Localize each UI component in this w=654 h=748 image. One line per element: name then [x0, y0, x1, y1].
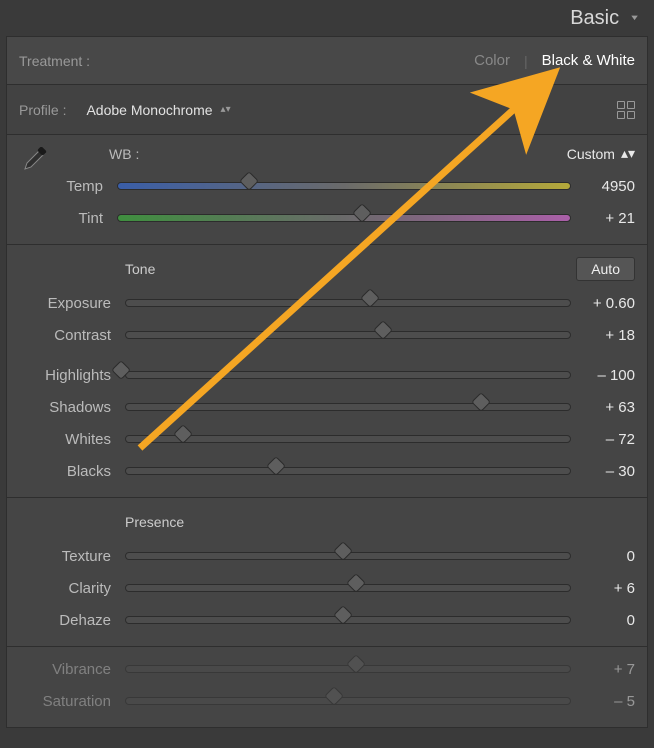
profile-label: Profile : — [19, 102, 66, 118]
slider-thumb[interactable] — [346, 573, 366, 593]
contrast-label: Contrast — [19, 327, 125, 344]
treatment-row: Treatment : Color | Black & White — [7, 37, 647, 85]
texture-slider-row: Texture 0 — [19, 540, 635, 572]
chevron-down-icon[interactable]: ▼ — [629, 14, 640, 22]
shadows-value[interactable]: + 63 — [571, 399, 635, 416]
eyedropper-icon[interactable] — [19, 145, 49, 175]
auto-button[interactable]: Auto — [576, 257, 635, 281]
vibrance-label: Vibrance — [19, 661, 125, 678]
temp-value[interactable]: 4950 — [571, 178, 635, 195]
treatment-color[interactable]: Color — [474, 52, 510, 69]
exposure-label: Exposure — [19, 295, 125, 312]
tone-section: Tone Auto Exposure + 0.60 Contrast + 18 … — [7, 245, 647, 498]
dehaze-value[interactable]: 0 — [571, 612, 635, 629]
eyedropper-column — [7, 135, 61, 244]
basic-panel-body: Treatment : Color | Black & White Profil… — [6, 36, 648, 728]
vibrance-slider-row: Vibrance + 7 — [19, 653, 635, 685]
panel-title: Basic — [570, 7, 619, 30]
slider-thumb[interactable] — [471, 392, 491, 412]
profile-value: Adobe Monochrome — [86, 102, 212, 118]
blacks-label: Blacks — [19, 463, 125, 480]
contrast-value[interactable]: + 18 — [571, 327, 635, 344]
temp-slider-row: Temp 4950 — [61, 170, 635, 202]
shadows-slider-row: Shadows + 63 — [19, 391, 635, 423]
slider-thumb[interactable] — [267, 456, 287, 476]
slider-thumb[interactable] — [352, 203, 372, 223]
temp-slider[interactable] — [117, 182, 571, 190]
wb-label: WB : — [109, 146, 139, 162]
tint-label: Tint — [61, 210, 117, 227]
treatment-bw[interactable]: Black & White — [542, 52, 635, 69]
clarity-slider-row: Clarity + 6 — [19, 572, 635, 604]
temp-label: Temp — [61, 178, 117, 195]
exposure-slider[interactable] — [125, 299, 571, 307]
saturation-value: – 5 — [571, 693, 635, 710]
wb-value: Custom — [567, 146, 615, 162]
contrast-slider[interactable] — [125, 331, 571, 339]
wb-section: WB : Custom ▴▾ Temp 4950 Tint + 21 — [7, 135, 647, 245]
blacks-slider-row: Blacks – 30 — [19, 455, 635, 487]
tint-value[interactable]: + 21 — [571, 210, 635, 227]
clarity-value[interactable]: + 6 — [571, 580, 635, 597]
profile-browser-icon[interactable] — [617, 101, 635, 119]
whites-value[interactable]: – 72 — [571, 431, 635, 448]
slider-thumb[interactable] — [173, 424, 193, 444]
treatment-options: Color | Black & White — [474, 52, 635, 69]
texture-slider[interactable] — [125, 552, 571, 560]
highlights-slider-row: Highlights – 100 — [19, 359, 635, 391]
clarity-label: Clarity — [19, 580, 125, 597]
highlights-value[interactable]: – 100 — [571, 367, 635, 384]
blacks-value[interactable]: – 30 — [571, 463, 635, 480]
tone-header-row: Tone Auto — [19, 251, 635, 287]
tone-header: Tone — [125, 261, 155, 277]
highlights-label: Highlights — [19, 367, 125, 384]
tint-slider[interactable] — [117, 214, 571, 222]
slider-thumb — [324, 686, 344, 706]
treatment-label: Treatment : — [19, 53, 90, 69]
profile-dropdown[interactable]: Adobe Monochrome ▴▾ — [86, 102, 230, 118]
blacks-slider[interactable] — [125, 467, 571, 475]
vibrance-value: + 7 — [571, 661, 635, 678]
wb-dropdown[interactable]: Custom ▴▾ — [567, 145, 635, 162]
shadows-label: Shadows — [19, 399, 125, 416]
whites-slider-row: Whites – 72 — [19, 423, 635, 455]
vibrance-slider — [125, 665, 571, 673]
tint-slider-row: Tint + 21 — [61, 202, 635, 234]
saturation-slider — [125, 697, 571, 705]
texture-value[interactable]: 0 — [571, 548, 635, 565]
treatment-divider: | — [524, 53, 528, 69]
saturation-section: Vibrance + 7 Saturation – 5 — [7, 647, 647, 727]
slider-thumb[interactable] — [333, 605, 353, 625]
presence-header-row: Presence — [19, 504, 635, 540]
highlights-slider[interactable] — [125, 371, 571, 379]
slider-thumb[interactable] — [239, 171, 259, 191]
presence-section: Presence Texture 0 Clarity + 6 Dehaze 0 — [7, 498, 647, 647]
slider-thumb[interactable] — [360, 288, 380, 308]
shadows-slider[interactable] — [125, 403, 571, 411]
saturation-slider-row: Saturation – 5 — [19, 685, 635, 717]
dehaze-slider-row: Dehaze 0 — [19, 604, 635, 636]
chevron-updown-icon: ▴▾ — [221, 104, 231, 115]
profile-row: Profile : Adobe Monochrome ▴▾ — [7, 85, 647, 135]
dehaze-label: Dehaze — [19, 612, 125, 629]
whites-slider[interactable] — [125, 435, 571, 443]
slider-thumb[interactable] — [373, 320, 393, 340]
whites-label: Whites — [19, 431, 125, 448]
clarity-slider[interactable] — [125, 584, 571, 592]
wb-header: WB : Custom ▴▾ — [61, 139, 635, 170]
panel-header: Basic ▼ — [0, 0, 654, 36]
dehaze-slider[interactable] — [125, 616, 571, 624]
contrast-slider-row: Contrast + 18 — [19, 319, 635, 351]
slider-thumb — [346, 654, 366, 674]
exposure-slider-row: Exposure + 0.60 — [19, 287, 635, 319]
saturation-label: Saturation — [19, 693, 125, 710]
presence-header: Presence — [125, 514, 184, 530]
chevron-updown-icon: ▴▾ — [621, 145, 635, 162]
texture-label: Texture — [19, 548, 125, 565]
exposure-value[interactable]: + 0.60 — [571, 295, 635, 312]
slider-thumb[interactable] — [333, 541, 353, 561]
